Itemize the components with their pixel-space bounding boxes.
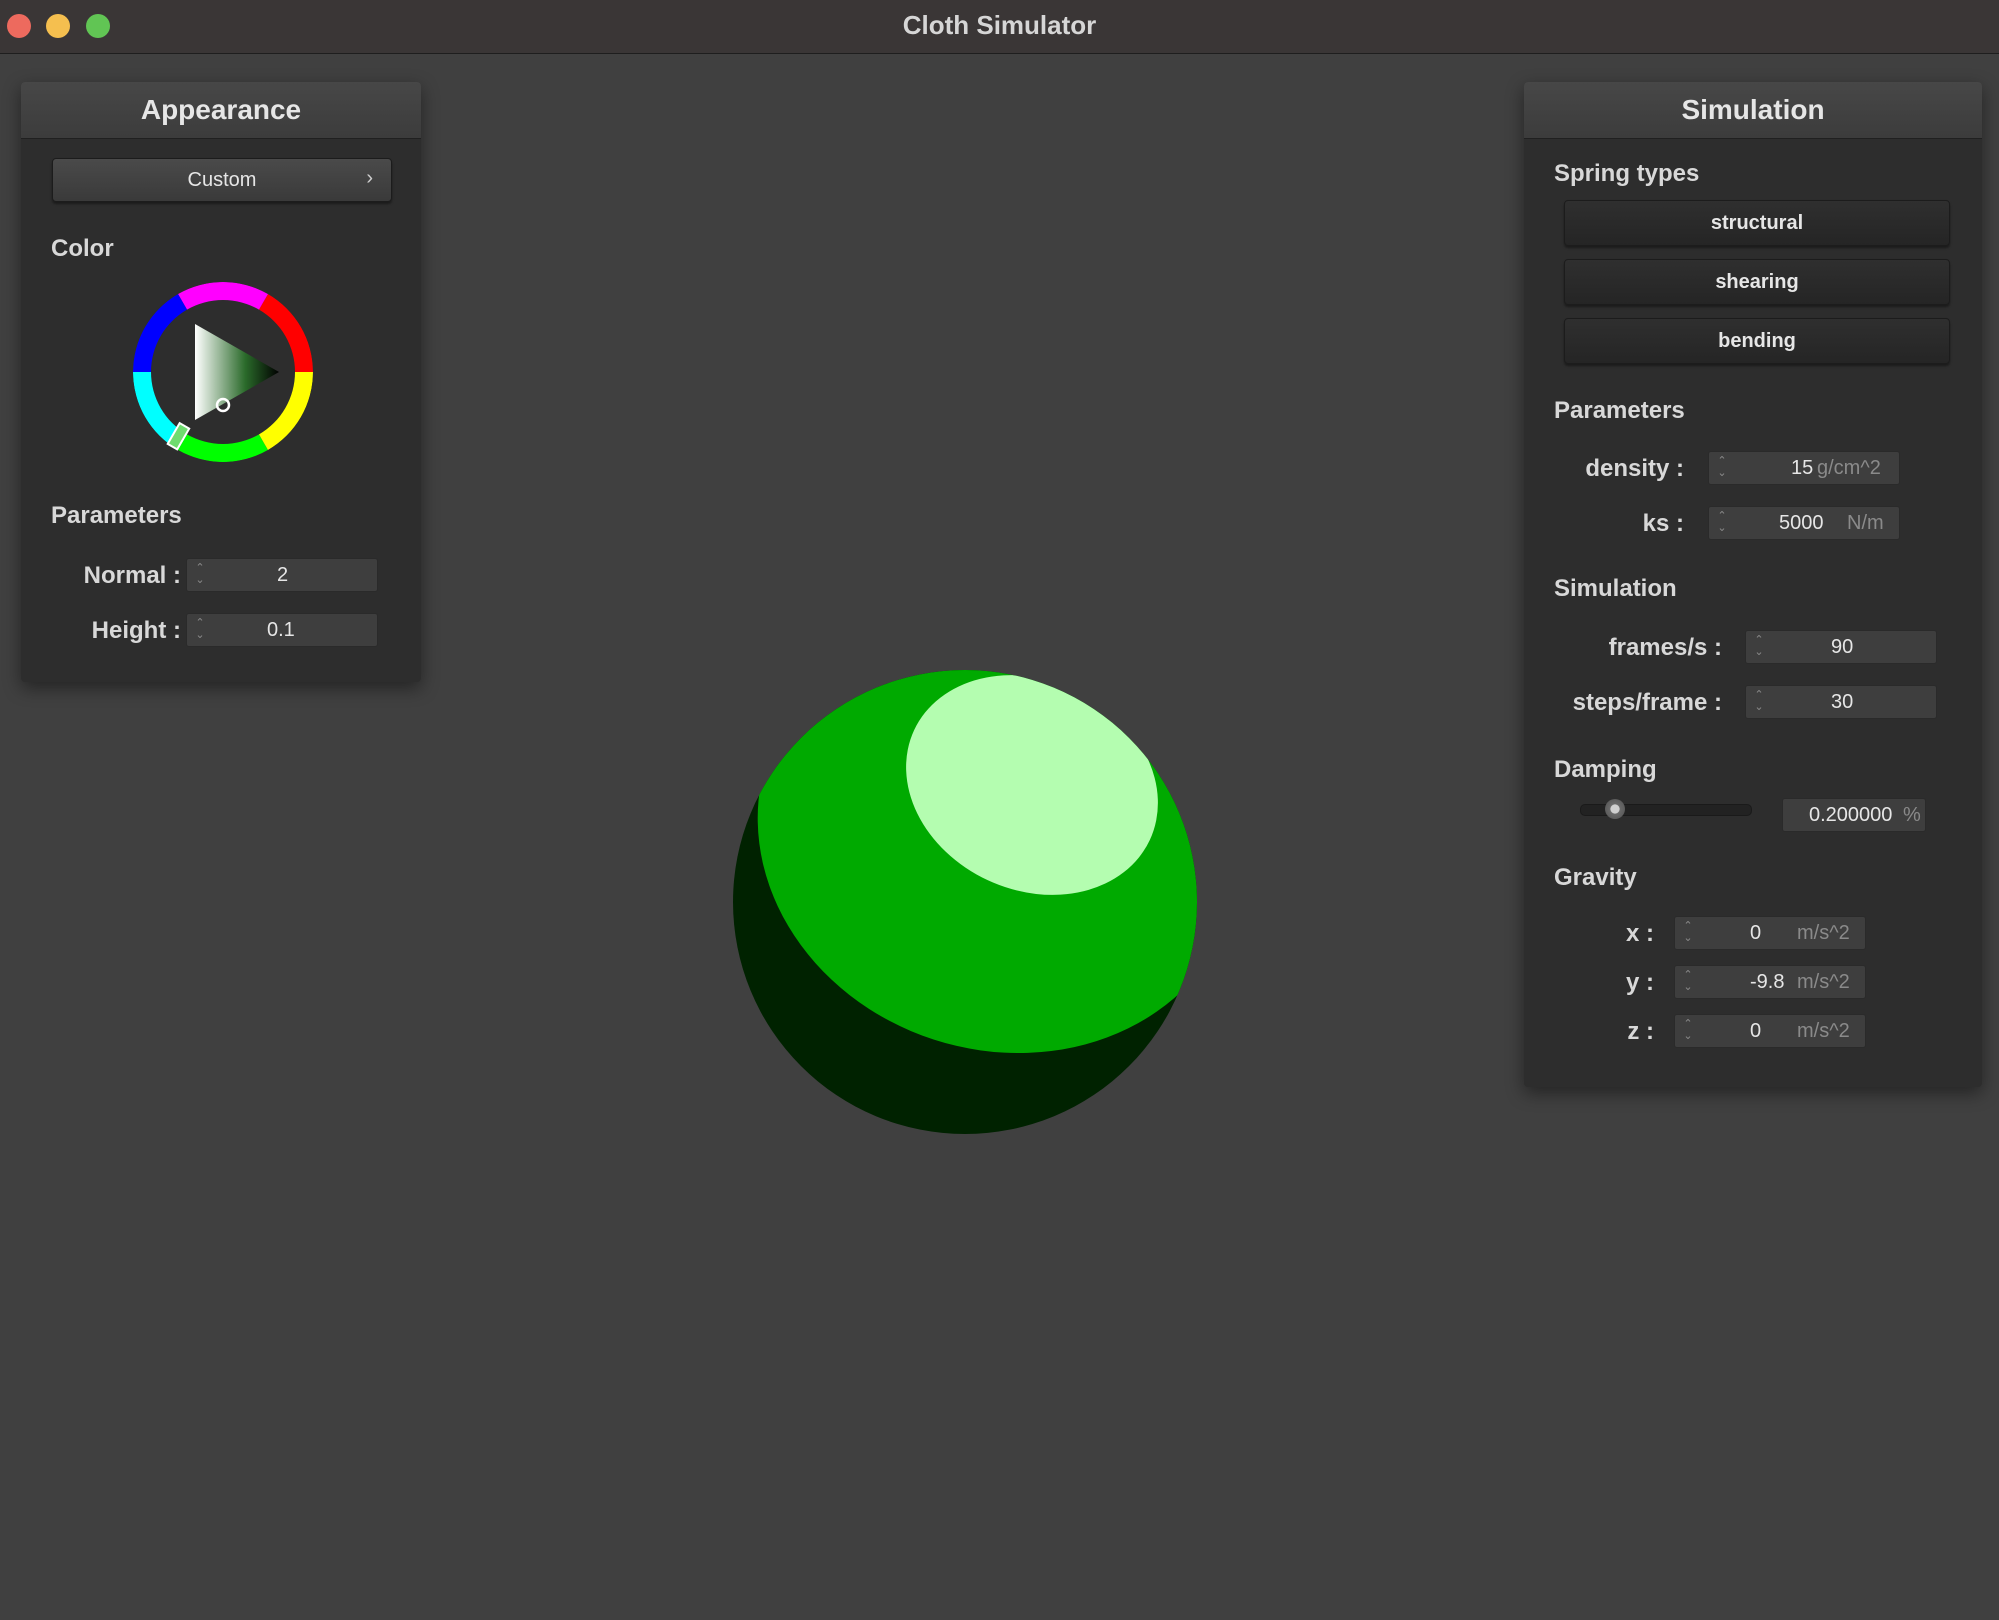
saturation-triangle[interactable] (195, 324, 279, 420)
bending-spring-button[interactable]: bending (1564, 318, 1950, 364)
preset-dropdown[interactable]: Custom › (52, 158, 392, 202)
spinner-icon[interactable]: ⌃ ⌄ (1715, 455, 1729, 481)
damping-unit: % (1903, 804, 1921, 826)
damping-input[interactable]: 0.200000 % (1782, 798, 1926, 832)
spinner-icon[interactable]: ⌃ ⌄ (1752, 634, 1766, 660)
spinner-icon[interactable]: ⌃ ⌄ (1715, 510, 1729, 536)
fps-label: frames/s : (1608, 634, 1722, 661)
ks-value: 5000 (1779, 512, 1824, 534)
appearance-panel: Appearance Custom › Color Parameters Nor… (21, 82, 421, 682)
gravity-z-input[interactable]: ⌃ ⌄ 0 m/s^2 (1674, 1014, 1866, 1048)
density-input[interactable]: ⌃ ⌄ 15 g/cm^2 (1708, 451, 1900, 485)
gravity-y-input[interactable]: ⌃ ⌄ -9.8 m/s^2 (1674, 965, 1866, 999)
damping-value: 0.200000 (1809, 804, 1893, 826)
fps-value: 90 (1831, 636, 1854, 658)
preset-label: Custom (187, 169, 257, 191)
spinner-icon[interactable]: ⌃ ⌄ (193, 617, 207, 643)
appearance-params-label: Parameters (51, 502, 182, 529)
gravity-y-unit: m/s^2 (1797, 971, 1850, 993)
gravity-x-label: x : (1625, 920, 1654, 947)
spinner-icon[interactable]: ⌃ ⌄ (1681, 920, 1695, 946)
fps-input[interactable]: ⌃ ⌄ 90 (1745, 630, 1937, 664)
viewport-sphere[interactable] (700, 650, 1220, 1170)
density-unit: g/cm^2 (1817, 457, 1881, 479)
steps-input[interactable]: ⌃ ⌄ 30 (1745, 685, 1937, 719)
gravity-x-value: 0 (1750, 922, 1762, 944)
spinner-icon[interactable]: ⌃ ⌄ (1681, 1018, 1695, 1044)
spinner-icon[interactable]: ⌃ ⌄ (1752, 689, 1766, 715)
appearance-panel-title: Appearance (21, 82, 421, 139)
title-bar: Cloth Simulator (0, 0, 1999, 54)
gravity-y-value: -9.8 (1750, 971, 1785, 993)
damping-slider[interactable] (1580, 799, 1752, 819)
height-label: Height : (91, 617, 181, 644)
spinner-icon[interactable]: ⌃ ⌄ (1681, 969, 1695, 995)
height-input[interactable]: ⌃ ⌄ 0.1 (186, 613, 378, 647)
structural-spring-button[interactable]: structural (1564, 200, 1950, 246)
sim-params-label: Parameters (1554, 397, 1685, 424)
sim-section-label: Simulation (1554, 575, 1677, 602)
normal-label: Normal : (83, 562, 181, 589)
damping-slider-thumb[interactable] (1605, 799, 1625, 819)
gravity-z-unit: m/s^2 (1797, 1020, 1850, 1042)
gravity-x-input[interactable]: ⌃ ⌄ 0 m/s^2 (1674, 916, 1866, 950)
window-title: Cloth Simulator (902, 10, 1097, 40)
shearing-spring-button[interactable]: shearing (1564, 259, 1950, 305)
ks-input[interactable]: ⌃ ⌄ 5000 N/m (1708, 506, 1900, 540)
gravity-label: Gravity (1554, 864, 1637, 891)
density-value: 15 (1791, 457, 1814, 479)
chevron-right-icon: › (366, 167, 373, 189)
steps-value: 30 (1831, 691, 1854, 713)
ks-unit: N/m (1847, 512, 1884, 534)
normal-value: 2 (277, 564, 289, 586)
color-section-label: Color (51, 235, 114, 262)
steps-label: steps/frame : (1572, 689, 1722, 716)
color-wheel[interactable] (133, 282, 313, 462)
height-value: 0.1 (267, 619, 295, 641)
damping-label: Damping (1554, 756, 1657, 783)
ks-label: ks : (1642, 510, 1684, 537)
simulation-panel: Simulation Spring types structural shear… (1524, 82, 1982, 1087)
gravity-z-label: z : (1627, 1018, 1654, 1045)
spring-types-label: Spring types (1554, 160, 1700, 187)
normal-input[interactable]: ⌃ ⌄ 2 (186, 558, 378, 592)
spinner-icon[interactable]: ⌃ ⌄ (193, 562, 207, 588)
simulation-panel-title: Simulation (1524, 82, 1982, 139)
gravity-y-label: y : (1625, 969, 1654, 996)
gravity-z-value: 0 (1750, 1020, 1762, 1042)
gravity-x-unit: m/s^2 (1797, 922, 1850, 944)
density-label: density : (1585, 455, 1684, 482)
